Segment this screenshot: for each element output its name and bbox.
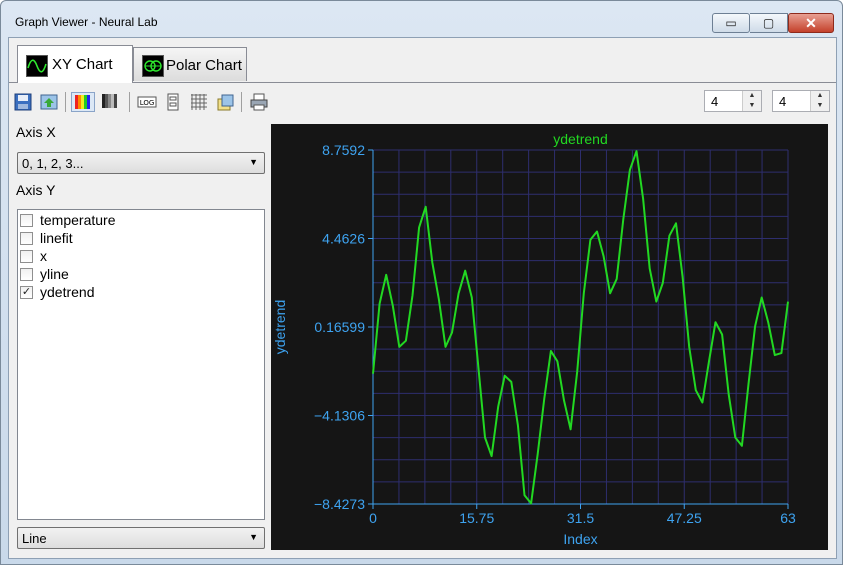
y-tick-label: −4.1306 [314, 408, 365, 424]
save-icon [14, 93, 32, 111]
spinner-up-icon[interactable]: ▲ [743, 91, 761, 101]
x-tick-label: 0 [369, 510, 377, 526]
axis-y-label: Axis Y [16, 182, 56, 198]
export-button[interactable] [39, 92, 59, 112]
chevron-down-icon: ▼ [249, 532, 258, 542]
copy-icon [217, 94, 234, 111]
color-mode-button[interactable] [71, 92, 95, 112]
grid-button[interactable] [189, 92, 209, 112]
y-tick-label: 4.4626 [322, 231, 365, 247]
grayscale-button[interactable] [99, 92, 123, 112]
tab-xy-chart-label: XY Chart [52, 56, 113, 73]
grayscale-icon [102, 94, 117, 108]
title-bar[interactable]: Graph Viewer - Neural Lab ▭ ▢ ✕ [1, 1, 842, 41]
y-tick-label: 8.7592 [322, 142, 365, 158]
toolbar-separator [241, 92, 242, 112]
chart-title: ydetrend [553, 131, 607, 147]
minimize-button[interactable]: ▭ [712, 13, 750, 33]
y-tick-label: −8.4273 [314, 496, 365, 512]
print-button[interactable] [249, 92, 269, 112]
list-item-label: temperature [40, 212, 116, 228]
cols-spinner[interactable]: 4 ▲ ▼ [772, 90, 830, 112]
xy-plot[interactable]: 0 15.75 31.5 47.25 63 8.7592 4.4626 0.16599 −4.1… [271, 124, 828, 550]
tab-polar-chart-label: Polar Chart [166, 57, 242, 74]
client-area: XY Chart Polar Chart LOG 4 ▲ ▼ 4 ▲ ▼ Axi… [8, 37, 837, 559]
axis-x-selected: 0, 1, 2, 3... [22, 156, 84, 171]
maximize-icon: ▢ [762, 16, 775, 30]
log-scale-icon: LOG [137, 96, 157, 108]
checkbox[interactable] [20, 232, 33, 245]
x-tick-label: 31.5 [567, 510, 594, 526]
copy-button[interactable] [215, 92, 235, 112]
sine-wave-icon [26, 55, 48, 77]
maximize-button[interactable]: ▢ [750, 13, 788, 33]
checkbox[interactable]: ✓ [20, 286, 33, 299]
axis-y-list[interactable]: temperature linefit x yline ✓ ydetrend [17, 209, 265, 520]
scale-button[interactable] [163, 92, 183, 112]
cols-spinner-arrows[interactable]: ▲ ▼ [810, 91, 829, 111]
grid-icon [191, 94, 207, 110]
spinner-up-icon[interactable]: ▲ [811, 91, 829, 101]
graph-viewer-window: Graph Viewer - Neural Lab ▭ ▢ ✕ XY Chart… [0, 0, 843, 565]
minimize-icon: ▭ [725, 16, 737, 30]
rows-spinner-value: 4 [711, 94, 719, 109]
close-button[interactable]: ✕ [788, 13, 834, 33]
cols-spinner-value: 4 [779, 94, 787, 109]
tab-divider [9, 82, 836, 83]
list-item-label: ydetrend [40, 284, 95, 300]
toolbar-separator [65, 92, 66, 112]
checkbox[interactable] [20, 268, 33, 281]
svg-text:LOG: LOG [140, 99, 155, 107]
scale-icon [167, 93, 179, 111]
close-icon: ✕ [805, 15, 817, 31]
plot-panel: 0 15.75 31.5 47.25 63 8.7592 4.4626 0.16599 −4.1… [271, 124, 828, 550]
tab-xy-chart[interactable]: XY Chart [17, 45, 133, 83]
rows-spinner-arrows[interactable]: ▲ ▼ [742, 91, 761, 111]
spinner-down-icon[interactable]: ▼ [811, 101, 829, 111]
y-tick-label: 0.16599 [314, 319, 365, 335]
checkbox[interactable] [20, 214, 33, 227]
save-button[interactable] [13, 92, 33, 112]
spinner-down-icon[interactable]: ▼ [743, 101, 761, 111]
window-title: Graph Viewer - Neural Lab [15, 15, 158, 29]
polar-icon [142, 55, 164, 77]
tab-polar-chart[interactable]: Polar Chart [133, 47, 247, 81]
log-scale-button[interactable]: LOG [137, 92, 157, 112]
axis-x-combo[interactable]: 0, 1, 2, 3... ▼ [17, 152, 265, 174]
axis-x-label: Axis X [16, 124, 56, 140]
toolbar-separator [129, 92, 130, 112]
export-icon [40, 94, 58, 110]
x-tick-label: 15.75 [459, 510, 494, 526]
checkbox[interactable] [20, 250, 33, 263]
chevron-down-icon: ▼ [249, 157, 258, 167]
color-palette-icon [75, 95, 90, 109]
x-tick-label: 63 [780, 510, 796, 526]
x-axis-label: Index [563, 531, 597, 547]
plot-background [271, 124, 828, 550]
y-axis-label: ydetrend [272, 300, 288, 354]
list-item-label: yline [40, 266, 69, 282]
plot-type-selected: Line [22, 531, 47, 546]
x-tick-label: 47.25 [667, 510, 702, 526]
list-item-label: linefit [40, 230, 73, 246]
print-icon [250, 93, 268, 111]
rows-spinner[interactable]: 4 ▲ ▼ [704, 90, 762, 112]
list-item-label: x [40, 248, 47, 264]
plot-type-combo[interactable]: Line ▼ [17, 527, 265, 549]
